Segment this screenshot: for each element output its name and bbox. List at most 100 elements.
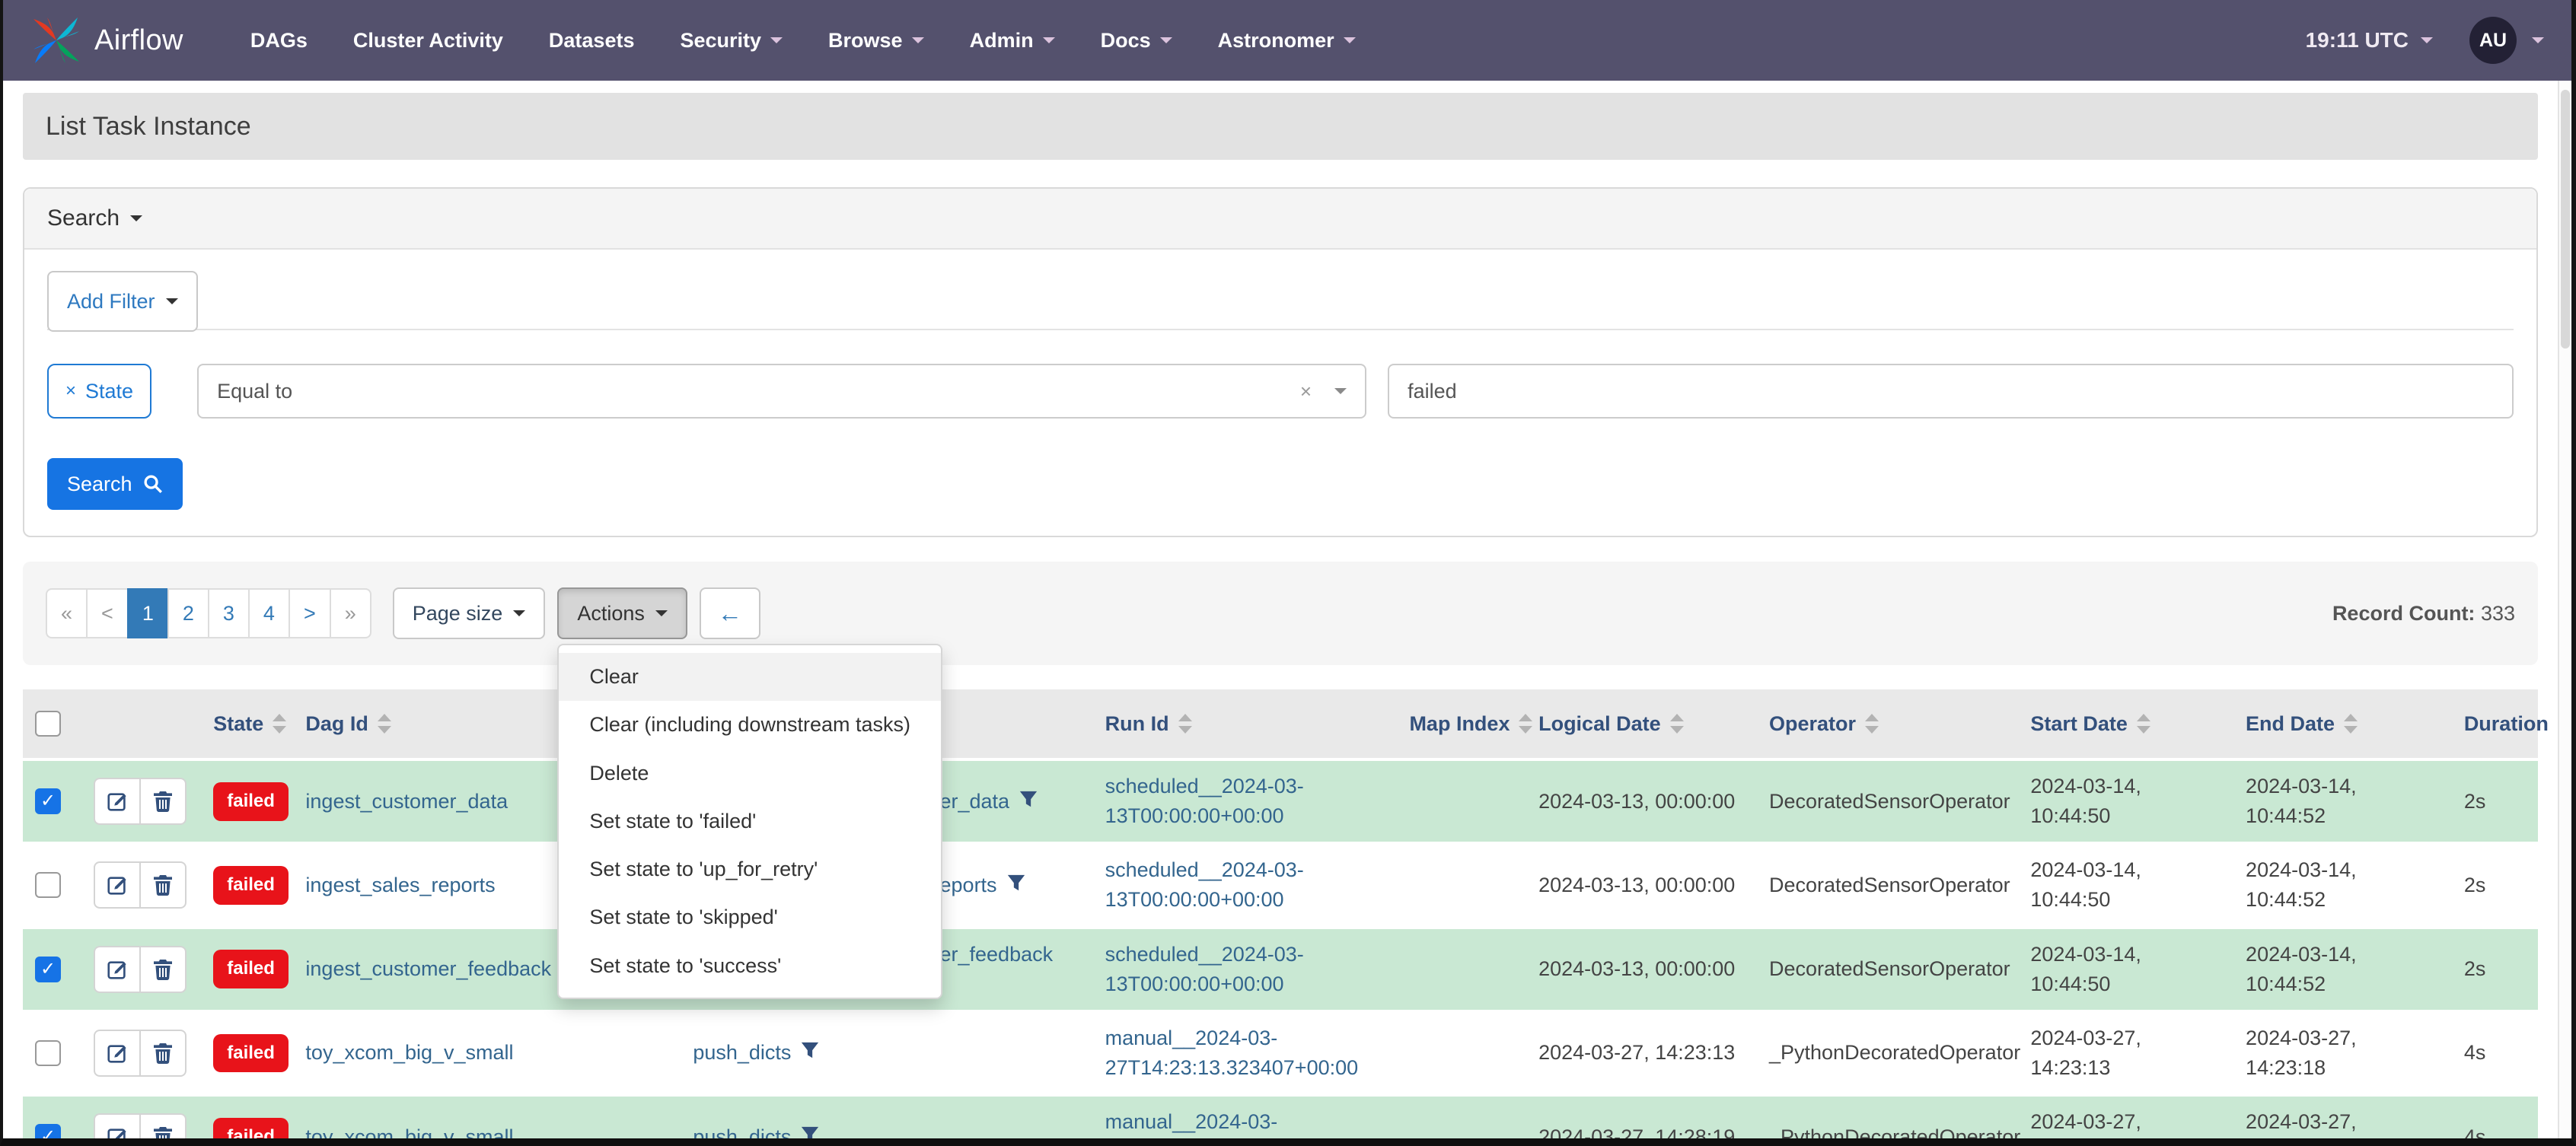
clear-select-icon[interactable]: × <box>1300 380 1312 403</box>
filter-funnel-icon[interactable] <box>1006 874 1026 893</box>
row-checkbox[interactable]: ✓ <box>35 788 61 815</box>
search-panel-body: Add Filter × State Equal to × failed Sea… <box>24 250 2536 536</box>
row-checkbox[interactable]: ✓ <box>35 872 61 899</box>
delete-row-button[interactable] <box>139 1029 187 1077</box>
page-last-button[interactable]: » <box>329 588 371 638</box>
dag-id-link[interactable]: ingest_customer_feedback <box>305 957 551 980</box>
page-size-button[interactable]: Page size <box>392 587 546 639</box>
select-all-checkbox[interactable]: ✓ <box>35 711 61 737</box>
add-filter-button[interactable]: Add Filter <box>47 271 198 332</box>
edit-row-button[interactable] <box>93 778 141 826</box>
menu-item-set-success[interactable]: Set state to 'success' <box>559 942 941 990</box>
sort-icon[interactable] <box>1669 713 1684 734</box>
sort-icon[interactable] <box>2344 713 2358 734</box>
sort-icon[interactable] <box>1178 713 1192 734</box>
remove-filter-icon[interactable]: × <box>65 380 76 402</box>
page-2-button[interactable]: 2 <box>167 588 209 638</box>
page-prev-button[interactable]: < <box>86 588 129 638</box>
task-id-link[interactable]: push_dicts <box>693 1041 791 1064</box>
nav-item-docs[interactable]: Docs <box>1101 29 1172 53</box>
col-start-date[interactable]: Start Date <box>2018 689 2234 758</box>
page-first-button[interactable]: « <box>46 588 88 638</box>
user-menu[interactable]: AU <box>2469 17 2544 64</box>
nav-item-dags[interactable]: DAGs <box>250 29 308 53</box>
filter-funnel-icon[interactable] <box>800 1125 820 1145</box>
sort-icon[interactable] <box>2136 713 2150 734</box>
run-id-link[interactable]: manual__2024-03-27T14:23:13.323407+00:00 <box>1105 1027 1359 1079</box>
delete-row-button[interactable] <box>139 945 187 993</box>
back-button[interactable]: ← <box>699 587 760 639</box>
scrollbar-thumb[interactable] <box>2561 90 2570 349</box>
menu-item-set-skipped[interactable]: Set state to 'skipped' <box>559 893 941 941</box>
nav-item-admin[interactable]: Admin <box>970 29 1055 53</box>
clock-dropdown[interactable]: 19:11 UTC <box>2306 28 2433 53</box>
dag-id-link[interactable]: ingest_customer_data <box>305 790 508 813</box>
sort-icon[interactable] <box>377 713 391 734</box>
col-state[interactable]: State <box>201 689 294 758</box>
actions-button[interactable]: Actions <box>557 587 687 639</box>
delete-row-button[interactable] <box>139 1113 187 1138</box>
run-id-link[interactable]: manual__2024-03-27T14:28:19.462777+00:00 <box>1105 1110 1359 1138</box>
col-logical-date[interactable]: Logical Date <box>1526 689 1757 758</box>
page-4-button[interactable]: 4 <box>247 588 290 638</box>
avatar[interactable]: AU <box>2469 17 2517 64</box>
state-badge: failed <box>213 1117 289 1138</box>
page-3-button[interactable]: 3 <box>207 588 250 638</box>
nav-item-astronomer[interactable]: Astronomer <box>1218 29 1356 53</box>
nav-item-cluster-activity[interactable]: Cluster Activity <box>353 29 503 53</box>
sort-icon[interactable] <box>273 713 287 734</box>
logical-date-value: 2024-03-27, 14:23:13 <box>1538 1041 1736 1065</box>
menu-item-clear-downstream[interactable]: Clear (including downstream tasks) <box>559 701 941 749</box>
filter-funnel-icon[interactable] <box>1019 790 1038 810</box>
nav-items: DAGs Cluster Activity Datasets Security … <box>250 29 1356 53</box>
row-checkbox[interactable]: ✓ <box>35 1124 61 1138</box>
edit-row-button[interactable] <box>93 861 141 909</box>
menu-item-delete[interactable]: Delete <box>559 750 941 797</box>
sort-icon[interactable] <box>1865 713 1879 734</box>
nav-item-datasets[interactable]: Datasets <box>549 29 635 53</box>
logical-date-value: 2024-03-13, 00:00:00 <box>1538 873 1736 896</box>
edit-row-button[interactable] <box>93 945 141 993</box>
table-row: ✓ failed toy_xcom_big_v_small push_dicts… <box>23 1093 2538 1145</box>
dag-id-link[interactable]: ingest_sales_reports <box>305 874 495 896</box>
col-run-id[interactable]: Run Id <box>1092 689 1398 758</box>
run-id-link[interactable]: scheduled__2024-03-13T00:00:00+00:00 <box>1105 858 1304 911</box>
run-id-link[interactable]: scheduled__2024-03-13T00:00:00+00:00 <box>1105 943 1304 995</box>
row-checkbox[interactable]: ✓ <box>35 956 61 982</box>
nav-item-security[interactable]: Security <box>680 29 783 53</box>
run-id-link[interactable]: scheduled__2024-03-13T00:00:00+00:00 <box>1105 775 1304 827</box>
delete-row-button[interactable] <box>139 861 187 909</box>
logical-date-value: 2024-03-13, 00:00:00 <box>1538 789 1736 813</box>
col-end-date[interactable]: End Date <box>2233 689 2452 758</box>
page-1-button[interactable]: 1 <box>126 588 169 638</box>
edit-row-button[interactable] <box>93 1029 141 1077</box>
nav-item-browse[interactable]: Browse <box>828 29 924 53</box>
page-next-button[interactable]: > <box>288 588 331 638</box>
search-button[interactable]: Search <box>47 458 183 510</box>
col-operator[interactable]: Operator <box>1757 689 2019 758</box>
task-id-link[interactable]: push_dicts <box>693 1125 791 1138</box>
search-panel-header[interactable]: Search <box>24 189 2536 250</box>
operator-value: DecoratedSensorOperator <box>1769 873 2010 896</box>
state-filter-chip[interactable]: × State <box>47 364 152 419</box>
operator-select[interactable]: Equal to × <box>197 364 1367 419</box>
dag-id-link[interactable]: toy_xcom_big_v_small <box>305 1041 513 1064</box>
start-date-value: 2024-03-14, 10:44:50 <box>2030 942 2141 995</box>
airflow-brand[interactable]: Airflow <box>30 14 183 66</box>
col-duration[interactable]: Duration <box>2451 689 2571 758</box>
dag-id-link[interactable]: toy_xcom_big_v_small <box>305 1125 513 1138</box>
col-actions <box>81 689 202 758</box>
delete-row-button[interactable] <box>139 778 187 826</box>
scrollbar[interactable] <box>2558 81 2571 1138</box>
menu-item-set-failed[interactable]: Set state to 'failed' <box>559 797 941 845</box>
back-arrow-icon: ← <box>717 599 742 627</box>
airflow-pinwheel-icon <box>33 18 79 63</box>
menu-item-clear[interactable]: Clear <box>559 653 941 702</box>
sort-icon[interactable] <box>1519 713 1533 734</box>
edit-row-button[interactable] <box>93 1113 141 1138</box>
menu-item-set-up-for-retry[interactable]: Set state to 'up_for_retry' <box>559 845 941 893</box>
filter-funnel-icon[interactable] <box>800 1041 820 1061</box>
filter-value-input[interactable] <box>1388 364 2514 419</box>
col-map-index[interactable]: Map Index <box>1397 689 1533 758</box>
row-checkbox[interactable]: ✓ <box>35 1039 61 1066</box>
